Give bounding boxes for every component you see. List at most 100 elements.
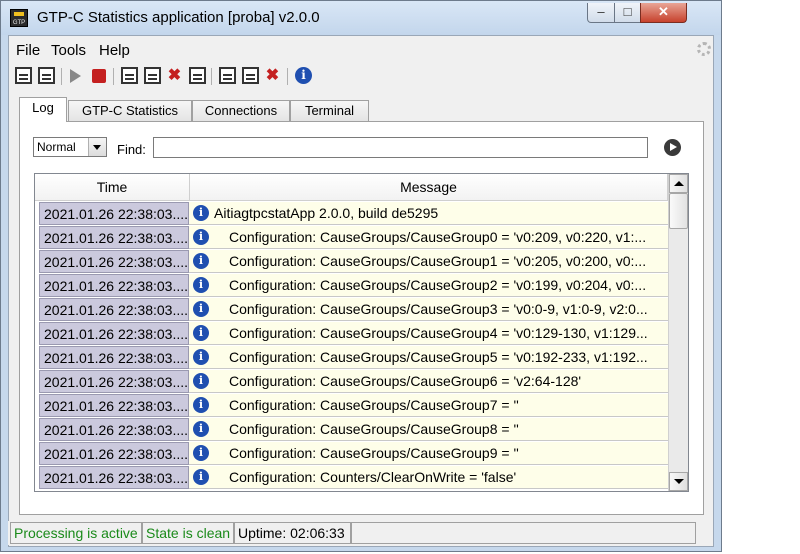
cell-message: i Configuration: CauseGroups/CauseGroup6 …	[189, 370, 668, 393]
maximize-button[interactable]: □	[614, 3, 641, 23]
menu-bar: File Tools Help	[9, 36, 713, 62]
menu-file[interactable]: File	[16, 42, 40, 59]
cell-time: 2021.01.26 22:38:03....	[39, 298, 189, 321]
table-row[interactable]: 2021.01.26 22:38:03.... i Configuration: C…	[39, 394, 668, 418]
column-header-message[interactable]: Message	[190, 174, 668, 200]
print-icon[interactable]	[189, 67, 206, 84]
export-icon[interactable]	[219, 67, 236, 84]
table-row[interactable]: 2021.01.26 22:38:03.... i Configuration: C…	[39, 226, 668, 250]
status-uptime: Uptime: 02:06:33	[234, 522, 351, 544]
table-row[interactable]: 2021.01.26 22:38:03.... i Configuration: C…	[39, 298, 668, 322]
message-text: Configuration: Counters/ClearOnWrite = '…	[229, 469, 517, 485]
status-processing: Processing is active	[10, 522, 142, 544]
cell-time: 2021.01.26 22:38:03....	[39, 370, 189, 393]
clear-icon[interactable]: ✖	[166, 67, 183, 84]
chevron-down-icon[interactable]	[88, 138, 106, 156]
table-header: Time Message	[35, 174, 668, 201]
table-row[interactable]: 2021.01.26 22:38:03.... i Configuration: C…	[39, 250, 668, 274]
delete-icon[interactable]: ✖	[264, 67, 281, 84]
message-text: Configuration: CauseGroups/CauseGroup8 =…	[229, 421, 519, 437]
table-row[interactable]: 2021.01.26 22:38:03.... i Configuration: C…	[39, 322, 668, 346]
cell-time: 2021.01.26 22:38:03....	[39, 466, 189, 489]
app-icon: GTP	[10, 9, 28, 27]
check-icon[interactable]	[242, 67, 259, 84]
info-icon: i	[193, 469, 209, 485]
table-row[interactable]: 2021.01.26 22:38:03.... i Configuration: C…	[39, 370, 668, 394]
find-input[interactable]	[153, 137, 648, 158]
about-icon[interactable]: i	[295, 67, 312, 84]
tab-connections[interactable]: Connections	[192, 100, 290, 121]
cell-time: 2021.01.26 22:38:03....	[39, 274, 189, 297]
cell-message: i Configuration: CauseGroups/CauseGroup5 …	[189, 346, 668, 369]
message-text: Configuration: CauseGroups/CauseGroup7 =…	[229, 397, 519, 413]
message-text: Configuration: CauseGroups/CauseGroup5 =…	[229, 349, 648, 365]
level-select[interactable]: Normal	[33, 137, 107, 157]
tab-log[interactable]: Log	[19, 97, 67, 122]
cell-message: i Configuration: Counters/ClearOnWrite = …	[189, 466, 668, 489]
config-load-icon[interactable]	[15, 67, 32, 84]
info-icon: i	[193, 301, 209, 317]
table-row[interactable]: 2021.01.26 22:38:03.... i Configuration: C…	[39, 418, 668, 442]
menu-help[interactable]: Help	[99, 42, 130, 59]
info-icon: i	[193, 373, 209, 389]
find-go-button[interactable]	[664, 139, 681, 156]
table-row[interactable]: 2021.01.26 22:38:03.... i Configuration: C…	[39, 442, 668, 466]
message-text: Configuration: CauseGroups/CauseGroup2 =…	[229, 277, 647, 293]
table-row[interactable]: 2021.01.26 22:38:03.... i Configuration: C…	[39, 274, 668, 298]
close-button[interactable]: ✕	[640, 3, 687, 23]
cell-time: 2021.01.26 22:38:03....	[39, 202, 189, 225]
title-bar[interactable]: GTP GTP-C Statistics application [proba]…	[1, 1, 721, 35]
message-text: Configuration: CauseGroups/CauseGroup3 =…	[229, 301, 648, 317]
message-text: Configuration: CauseGroups/CauseGroup9 =…	[229, 445, 519, 461]
message-text: Configuration: CauseGroups/CauseGroup0 =…	[229, 229, 647, 245]
info-icon: i	[193, 325, 209, 341]
log-table: Time Message 2021.01.26 22:38:03.... i Ait…	[34, 173, 689, 492]
save-all-icon[interactable]	[144, 67, 161, 84]
status-bar: Processing is active State is clean Upti…	[8, 521, 712, 545]
cell-message: i Configuration: CauseGroups/CauseGroup0 …	[189, 226, 668, 249]
cell-message: i Configuration: CauseGroups/CauseGroup9 …	[189, 442, 668, 465]
status-state: State is clean	[142, 522, 234, 544]
cell-time: 2021.01.26 22:38:03....	[39, 226, 189, 249]
minimize-button[interactable]: –	[587, 3, 615, 23]
cell-message: i AitiagtpcstatApp 2.0.0, build de5295	[189, 202, 668, 225]
menu-tools[interactable]: Tools	[51, 42, 86, 59]
toolbar-separator	[211, 68, 212, 85]
info-icon: i	[193, 229, 209, 245]
cell-message: i Configuration: CauseGroups/CauseGroup8 …	[189, 418, 668, 441]
cell-time: 2021.01.26 22:38:03....	[39, 250, 189, 273]
info-icon: i	[193, 277, 209, 293]
tab-terminal[interactable]: Terminal	[290, 100, 369, 121]
cell-message: i Configuration: CauseGroups/CauseGroup1 …	[189, 250, 668, 273]
scroll-thumb[interactable]	[669, 193, 688, 229]
start-icon[interactable]	[70, 69, 81, 83]
save-log-icon[interactable]	[121, 67, 138, 84]
message-text: Configuration: CauseGroups/CauseGroup4 =…	[229, 325, 648, 341]
cell-time: 2021.01.26 22:38:03....	[39, 394, 189, 417]
cell-message: i Configuration: CauseGroups/CauseGroup4 …	[189, 322, 668, 345]
scroll-up-button[interactable]	[669, 174, 688, 193]
status-empty	[351, 522, 696, 544]
window-title: GTP-C Statistics application [proba] v2.…	[37, 9, 320, 26]
tab-gtp-c-statistics[interactable]: GTP-C Statistics	[68, 100, 192, 121]
info-icon: i	[193, 445, 209, 461]
table-row[interactable]: 2021.01.26 22:38:03.... i Configuration: C…	[39, 466, 668, 490]
message-text: Configuration: CauseGroups/CauseGroup6 =…	[229, 373, 582, 389]
toolbar-separator	[113, 68, 114, 85]
table-row[interactable]: 2021.01.26 22:38:03.... i Configuration: C…	[39, 346, 668, 370]
busy-spinner-icon	[697, 42, 711, 56]
config-save-icon[interactable]	[38, 67, 55, 84]
info-icon: i	[193, 421, 209, 437]
column-header-time[interactable]: Time	[35, 174, 190, 200]
cell-time: 2021.01.26 22:38:03....	[39, 442, 189, 465]
scroll-down-button[interactable]	[669, 472, 688, 491]
message-text: AitiagtpcstatApp 2.0.0, build de5295	[214, 205, 439, 221]
table-row[interactable]: 2021.01.26 22:38:03.... i AitiagtpcstatApp…	[39, 202, 668, 226]
info-icon: i	[193, 397, 209, 413]
info-icon: i	[193, 349, 209, 365]
cell-time: 2021.01.26 22:38:03....	[39, 322, 189, 345]
toolbar-separator	[61, 68, 62, 85]
vertical-scrollbar[interactable]	[668, 174, 688, 491]
stop-icon[interactable]	[92, 69, 106, 83]
cell-message: i Configuration: CauseGroups/CauseGroup3 …	[189, 298, 668, 321]
